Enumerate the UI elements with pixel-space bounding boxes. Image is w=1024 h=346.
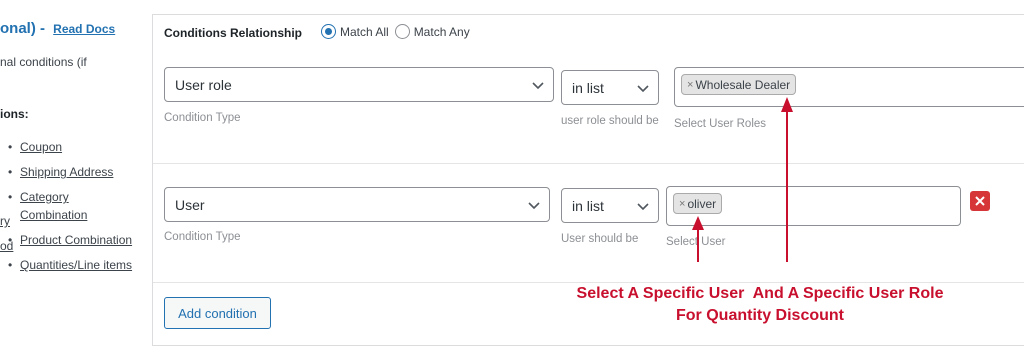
screenshot-frame: onal) - Read Docs nal conditions (if ion… — [0, 0, 1024, 346]
annotation-line-2: For Quantity Discount — [676, 307, 844, 324]
arrow-to-user-roles — [781, 97, 793, 262]
annotation-callout: Select A Specific User And A Specific Us… — [520, 283, 1000, 327]
arrow-to-user-field — [692, 216, 704, 262]
annotation-line-1: Select A Specific User And A Specific Us… — [576, 285, 944, 302]
